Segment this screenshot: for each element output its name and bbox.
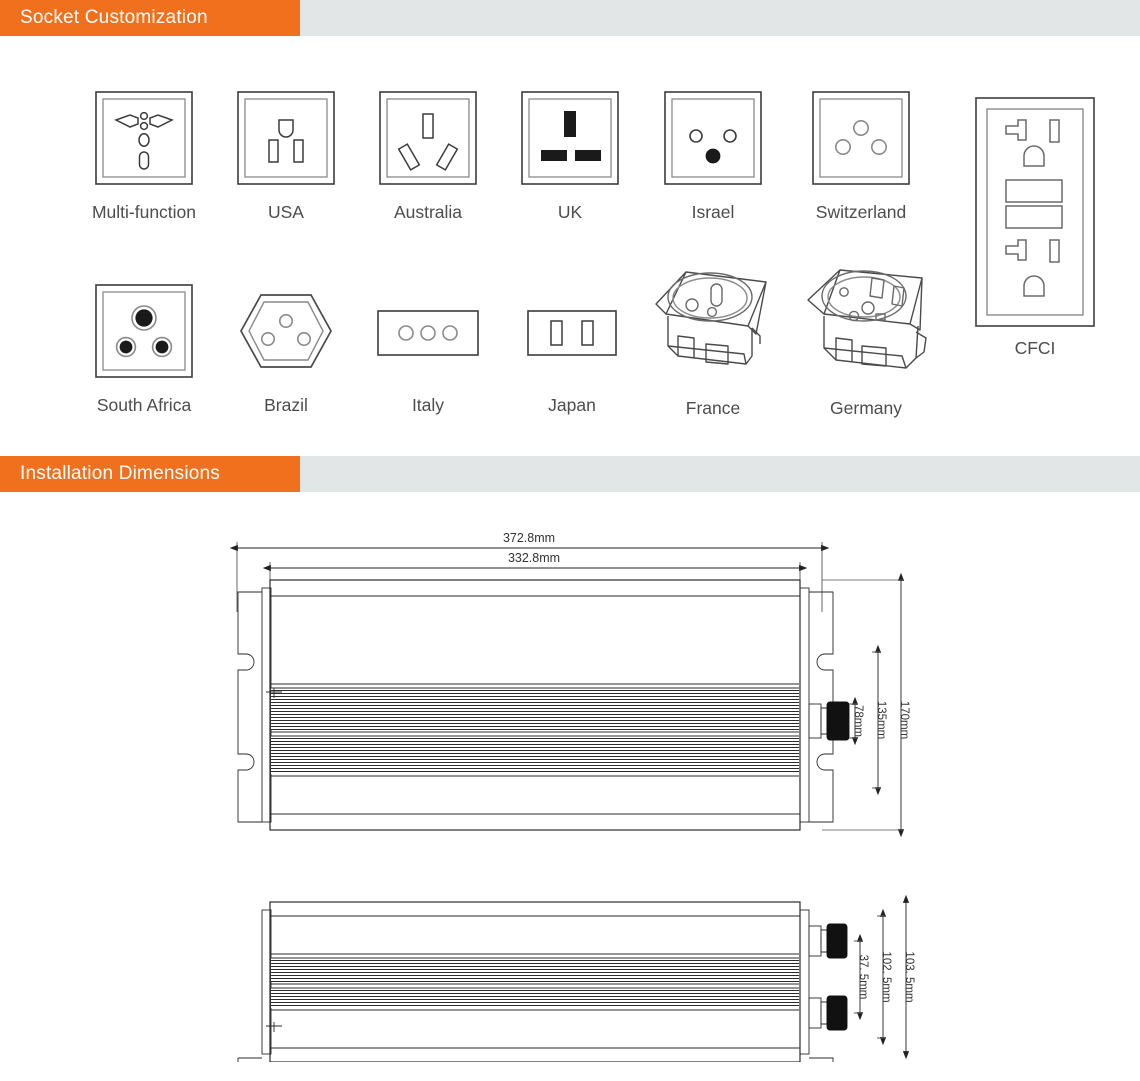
socket-customization-grid: Multi-function USA Australia UK Israel S… [0, 36, 1140, 456]
socket-australia-icon [355, 86, 501, 190]
socket-label: Italy [411, 395, 445, 415]
socket-italy-icon [368, 279, 488, 383]
socket-option-israel[interactable]: Israel [655, 86, 771, 223]
socket-brazil-icon [228, 279, 344, 383]
socket-label: Switzerland [815, 202, 907, 222]
dimension-body-length: 332.8mm [508, 551, 560, 565]
section-header-socket-customization: Socket Customization [0, 0, 1140, 36]
socket-usa-icon [228, 86, 344, 190]
socket-option-switzerland[interactable]: Switzerland [788, 86, 934, 223]
section-header-installation-dimensions: Installation Dimensions [0, 456, 1140, 492]
socket-option-australia[interactable]: Australia [355, 86, 501, 223]
socket-france-icon [648, 264, 778, 386]
socket-option-multi-function[interactable]: Multi-function [58, 86, 230, 223]
section-title-installation-dimensions: Installation Dimensions [0, 456, 300, 492]
section-title-socket-customization: Socket Customization [0, 0, 300, 36]
socket-label: Israel [691, 202, 735, 222]
socket-option-italy[interactable]: Italy [368, 279, 488, 416]
installation-dimensions-drawing: 372.8mm 332.8mm 78mm 135mm 170mm 37. 5mm… [0, 492, 1140, 1062]
socket-uk-icon [512, 86, 628, 190]
socket-option-cfci[interactable]: CFCI [955, 96, 1115, 359]
dimension-terminal-spacing: 37. 5mm [857, 955, 869, 1000]
dimension-overall-height: 170mm [898, 701, 910, 739]
socket-option-usa[interactable]: USA [228, 86, 344, 223]
socket-label: Germany [830, 398, 902, 418]
socket-cfci-icon [955, 96, 1115, 328]
socket-label: France [685, 398, 741, 418]
socket-label: Multi-function [91, 202, 197, 222]
socket-israel-icon [655, 86, 771, 190]
socket-japan-icon [512, 279, 632, 383]
socket-option-south-africa[interactable]: South Africa [58, 279, 230, 416]
socket-germany-icon [798, 264, 934, 386]
dimension-overall-length: 372.8mm [503, 531, 555, 545]
socket-switzerland-icon [788, 86, 934, 190]
socket-multifunction-icon [58, 86, 230, 190]
socket-option-france[interactable]: France [648, 264, 778, 419]
dimension-body-depth: 102. 5mm [880, 951, 892, 1002]
socket-label: Japan [548, 395, 596, 415]
socket-option-uk[interactable]: UK [512, 86, 628, 223]
dimension-terminal-height: 78mm [852, 705, 864, 737]
socket-option-japan[interactable]: Japan [512, 279, 632, 416]
socket-label: UK [557, 202, 583, 222]
socket-label: Australia [393, 202, 463, 222]
socket-label: USA [268, 202, 304, 222]
socket-option-germany[interactable]: Germany [798, 264, 934, 419]
dimension-body-height: 135mm [875, 701, 887, 739]
socket-option-brazil[interactable]: Brazil [228, 279, 344, 416]
socket-label: South Africa [96, 395, 192, 415]
socket-south-africa-icon [58, 279, 230, 383]
socket-label: CFCI [1014, 338, 1056, 358]
dimension-overall-depth: 103. 5mm [903, 951, 915, 1002]
socket-label: Brazil [264, 395, 308, 415]
